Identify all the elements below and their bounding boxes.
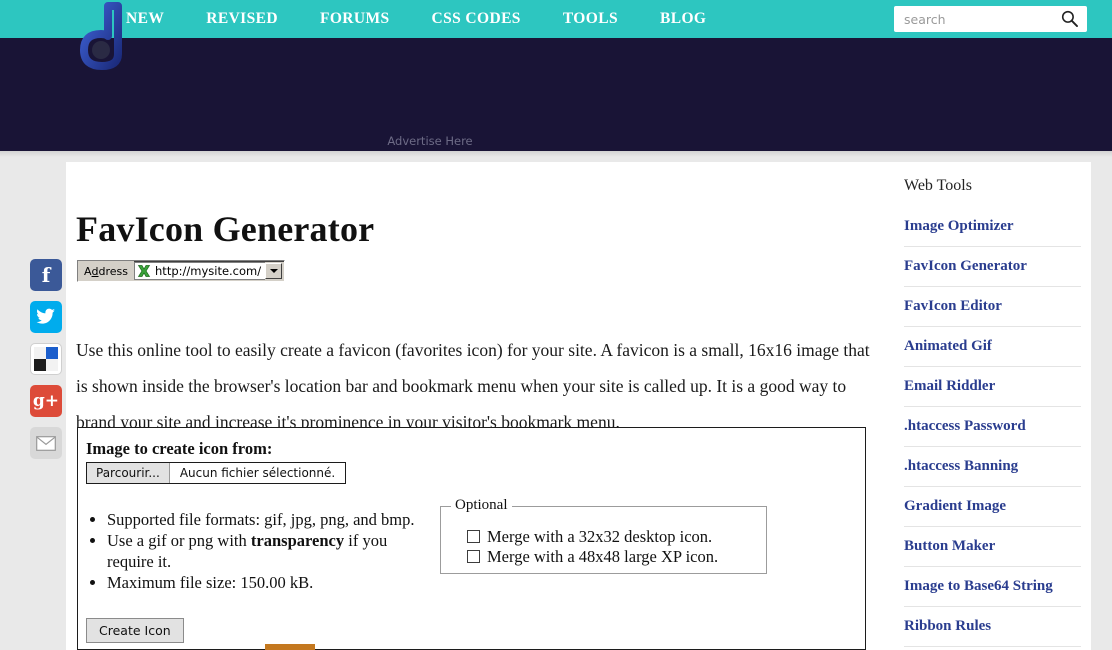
social-share-rail: f g+ xyxy=(30,259,62,459)
address-bar-label: Ad dress xyxy=(78,261,135,281)
sidebar-title: Web Tools xyxy=(904,177,972,194)
top-navbar: NEW REVISED FORUMS CSS CODES TOOLS BLOG xyxy=(0,0,1112,38)
delicious-share-icon[interactable] xyxy=(30,343,62,375)
advertise-banner: Advertise Here xyxy=(0,38,1112,151)
address-label-part-b: dress xyxy=(98,264,129,278)
sidebar-item-label: Image Optimizer xyxy=(904,218,1014,234)
sidebar-item-htaccess-banning[interactable]: .htaccess Banning xyxy=(904,447,1081,487)
checkbox-32x32-label: Merge with a 32x32 desktop icon. xyxy=(487,526,713,546)
sidebar-item-label: Animated Gif xyxy=(904,338,992,354)
search-icon[interactable] xyxy=(1060,9,1079,28)
image-upload-form: Image to create icon from: Parcourir... … xyxy=(77,427,866,650)
bottom-orange-accent xyxy=(265,644,315,650)
address-label-part-a: A xyxy=(84,264,92,278)
sidebar-item-htaccess-password[interactable]: .htaccess Password xyxy=(904,407,1081,447)
nav-item-tools[interactable]: TOOLS xyxy=(563,10,618,28)
facebook-glyph: f xyxy=(41,263,51,287)
sidebar-item-label: Email Riddler xyxy=(904,378,996,394)
sidebar-item-gradient-image[interactable]: Gradient Image xyxy=(904,487,1081,527)
email-share-icon[interactable] xyxy=(30,427,62,459)
checkbox-48x48[interactable] xyxy=(467,550,480,564)
googleplus-glyph: g+ xyxy=(32,390,60,411)
sidebar-item-favicon-generator[interactable]: FavIcon Generator xyxy=(904,247,1081,287)
sidebar-item-image-to-base64[interactable]: Image to Base64 String xyxy=(904,567,1081,607)
sidebar-item-image-optimizer[interactable]: Image Optimizer xyxy=(904,207,1081,247)
optional-fieldset: Optional Merge with a 32x32 desktop icon… xyxy=(440,497,767,574)
sidebar-item-button-maker[interactable]: Button Maker xyxy=(904,527,1081,567)
search-box[interactable] xyxy=(894,6,1087,32)
sidebar-item-label: .htaccess Banning xyxy=(904,458,1019,474)
main-navigation: NEW REVISED FORUMS CSS CODES TOOLS BLOG xyxy=(126,0,706,38)
sidebar-item-label: Ribbon Rules xyxy=(904,618,992,634)
sidebar-item-favicon-editor[interactable]: FavIcon Editor xyxy=(904,287,1081,327)
checkbox-32x32[interactable] xyxy=(467,530,480,544)
sidebar-item-ribbon-rules[interactable]: Ribbon Rules xyxy=(904,607,1081,647)
create-icon-button[interactable]: Create Icon xyxy=(86,618,184,643)
nav-item-css-codes[interactable]: CSS CODES xyxy=(432,10,521,28)
nav-item-blog[interactable]: BLOG xyxy=(660,10,706,28)
form-heading: Image to create icon from: xyxy=(86,439,273,458)
envelope-glyph xyxy=(36,435,56,451)
file-upload-control[interactable]: Parcourir... Aucun fichier sélectionné. xyxy=(86,462,347,484)
sidebar-item-label: .htaccess Password xyxy=(904,418,1026,434)
optional-legend: Optional xyxy=(451,497,512,514)
address-label-accel: d xyxy=(91,264,99,278)
sidebar-item-email-riddler[interactable]: Email Riddler xyxy=(904,367,1081,407)
sidebar-item-label: Button Maker xyxy=(904,538,996,554)
optional-checkbox-group: Merge with a 32x32 desktop icon. Merge w… xyxy=(453,513,754,567)
checkbox-48x48-label: Merge with a 48x48 large XP icon. xyxy=(487,546,719,566)
list-item: Use a gif or png with transparency if yo… xyxy=(107,531,431,573)
address-bar-url: http://mysite.com/ xyxy=(155,264,262,278)
search-input[interactable] xyxy=(902,10,1062,28)
list-item: Maximum file size: 150.00 kB. xyxy=(107,573,431,594)
twitter-share-icon[interactable] xyxy=(30,301,62,333)
green-app-icon xyxy=(137,265,151,277)
file-status-text: Aucun fichier sélectionné. xyxy=(179,466,336,480)
intro-paragraph: Use this online tool to easily create a … xyxy=(76,339,870,433)
requirements-list: Supported file formats: gif, jpg, png, a… xyxy=(86,510,431,594)
sidebar: Web Tools Image Optimizer FavIcon Genera… xyxy=(891,162,1091,650)
fact-text-a: Use a gif or png with xyxy=(107,530,251,550)
sidebar-item-animated-gif[interactable]: Animated Gif xyxy=(904,327,1081,367)
googleplus-share-icon[interactable]: g+ xyxy=(30,385,62,417)
sidebar-item-label: Image to Base64 String xyxy=(904,578,1053,594)
checkbox-row-48x48[interactable]: Merge with a 48x48 large XP icon. xyxy=(467,547,754,567)
address-bar-field[interactable]: http://mysite.com/ xyxy=(134,262,266,280)
sidebar-link-list: Image Optimizer FavIcon Generator FavIco… xyxy=(904,207,1081,647)
address-bar-dropdown[interactable] xyxy=(265,263,283,279)
nav-item-forums[interactable]: FORUMS xyxy=(320,10,390,28)
twitter-bird-glyph xyxy=(36,308,55,324)
chevron-down-icon xyxy=(269,269,278,273)
sidebar-item-label: FavIcon Generator xyxy=(904,258,1027,274)
site-logo-icon[interactable] xyxy=(72,2,128,70)
list-item: Supported file formats: gif, jpg, png, a… xyxy=(107,510,431,531)
address-bar[interactable]: Ad dress http://mysite.com/ xyxy=(77,260,286,282)
sidebar-item-label: FavIcon Editor xyxy=(904,298,1002,314)
browse-button[interactable]: Parcourir... xyxy=(87,463,170,483)
facebook-share-icon[interactable]: f xyxy=(30,259,62,291)
sidebar-item-label: Gradient Image xyxy=(904,498,1007,514)
advertise-here-text: Advertise Here xyxy=(387,134,473,148)
page-title: FavIcon Generator xyxy=(76,209,375,250)
nav-item-new[interactable]: NEW xyxy=(126,10,164,28)
checkbox-row-32x32[interactable]: Merge with a 32x32 desktop icon. xyxy=(467,527,754,547)
main-content-column: FavIcon Generator Ad dress http://mysite.… xyxy=(66,162,891,650)
nav-item-revised[interactable]: REVISED xyxy=(206,10,278,28)
fact-bold: transparency xyxy=(250,530,345,550)
delicious-squares-glyph xyxy=(34,347,58,371)
